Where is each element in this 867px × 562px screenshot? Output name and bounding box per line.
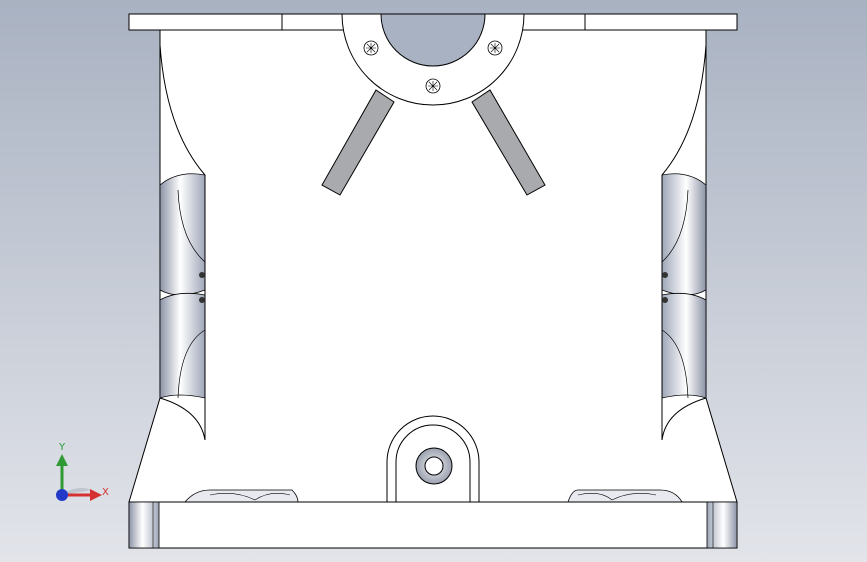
base-plate[interactable] [128,501,738,549]
bottom-pocket-right [567,489,683,503]
x-axis-label: X [102,487,109,498]
bolt-hole-right [487,40,503,56]
model-view[interactable] [0,0,867,562]
lower-lug[interactable] [386,415,480,502]
bottom-pocket-left [184,489,299,503]
bolt-hole-left [363,40,379,56]
graphics-viewport[interactable]: X Y [0,0,867,562]
bolt-hole-bottom [425,78,441,94]
y-axis-label: Y [59,442,66,453]
